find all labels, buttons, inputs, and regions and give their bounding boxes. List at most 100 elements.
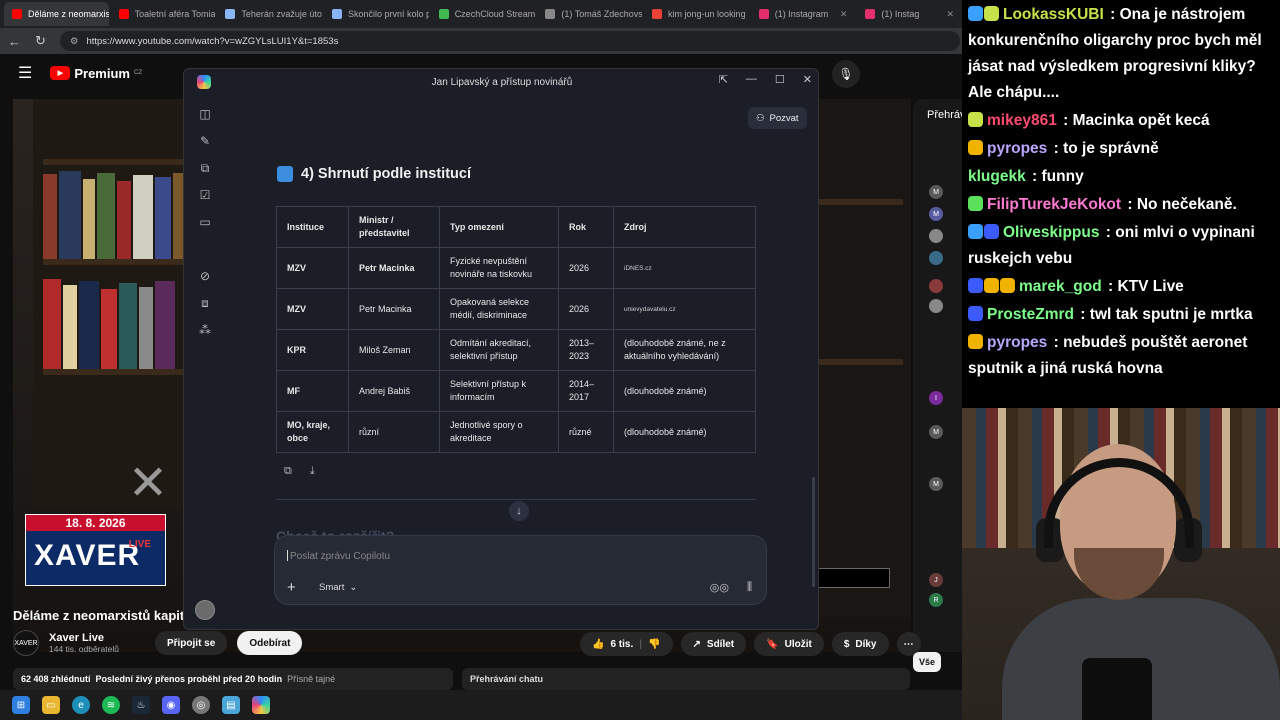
badge-icon — [968, 6, 983, 21]
spotify-icon[interactable]: ≋ — [102, 696, 120, 714]
table-cell: (dlouhodobě známé) — [613, 411, 756, 453]
chat-separator: : — [1049, 334, 1064, 351]
reload-icon[interactable]: ↻ — [35, 33, 46, 49]
tab-title: Teherán zvažuje útok — [241, 9, 323, 19]
filter-all-chip[interactable]: Vše — [913, 652, 941, 672]
browser-tab[interactable]: Skončilo první kolo p✕ — [324, 2, 429, 26]
source-link[interactable]: iDNES.cz — [613, 247, 756, 289]
thumbs-down-icon[interactable]: 👎 — [648, 639, 660, 650]
folder-icon[interactable]: ▭ — [196, 213, 214, 231]
invite-button[interactable]: ⚇ Pozvat — [748, 107, 807, 129]
scroll-down-icon[interactable]: ↓ — [509, 501, 529, 521]
youtube-logo[interactable]: ▶ Premium CZ — [50, 66, 142, 81]
menu-icon[interactable]: ☰ — [18, 63, 32, 83]
popout-icon[interactable]: ⇱ — [719, 73, 728, 86]
browser-tab[interactable]: (1) Tomáš Zdechovsk✕ — [537, 2, 642, 26]
browser-tab[interactable]: CzechCloud Stream✕ — [431, 2, 536, 26]
screen: Děláme z neomarxistů✕Toaletní aféra Tomi… — [0, 0, 1280, 720]
browser-tab[interactable]: (1) Instag ✕ — [857, 2, 962, 26]
notepad-icon[interactable]: ▤ — [222, 696, 240, 714]
chat-text: Macinka opět kecá — [1072, 112, 1210, 129]
steam-icon[interactable]: ♨ — [132, 696, 150, 714]
chat-badges — [968, 112, 983, 127]
file-explorer-icon[interactable]: ▭ — [42, 696, 60, 714]
column-header: Instituce — [276, 206, 349, 248]
video-description-bar[interactable]: 62 408 zhlédnutí Poslední živý přenos pr… — [13, 668, 453, 690]
apps-icon[interactable]: ⁂ — [196, 321, 214, 339]
maximize-icon[interactable]: ☐ — [775, 73, 785, 86]
new-chat-icon[interactable]: ✎ — [196, 132, 214, 150]
discord-icon[interactable]: ◉ — [162, 696, 180, 714]
chat-avatar — [929, 229, 943, 243]
browser-tab[interactable]: Toaletní aféra Tomia✕ — [111, 2, 215, 26]
xaver-live-banner: 18. 8. 2026 XAVER LIVE — [25, 514, 166, 586]
image-create-icon[interactable]: ⧈ — [196, 294, 214, 312]
thanks-button[interactable]: $ Díky — [831, 632, 889, 656]
chat-avatar: I — [929, 391, 943, 405]
chat-username: mikey861 — [987, 112, 1057, 129]
source-link[interactable]: unievydavatelu.cz — [613, 288, 756, 330]
copilot-message-input[interactable]: Poslat zprávu Copilotu + Smart ⌄ ◎◎ ⫼ — [274, 535, 767, 605]
badge-icon — [968, 334, 983, 349]
channel-avatar[interactable]: XAVER — [13, 630, 39, 656]
user-avatar[interactable] — [195, 600, 215, 620]
copilot-logo-icon — [197, 75, 211, 89]
chat-avatar — [929, 299, 943, 313]
close-icon[interactable]: ✕ — [803, 73, 812, 86]
video-actions: 👍 6 tis. | 👎 ↗ Sdílet 🔖 Uložit $ Díky ⋯ — [580, 632, 921, 656]
browser-tab[interactable]: (1) Instagram ✕ — [751, 2, 856, 26]
chat-avatar: M — [929, 185, 943, 199]
browser-tab[interactable]: Teherán zvažuje útok✕ — [217, 2, 322, 26]
browser-tab[interactable]: kim jong-un looking✕ — [644, 2, 749, 26]
copy-icon[interactable]: ⧉ — [284, 465, 292, 478]
history-icon[interactable]: ⊘ — [196, 267, 214, 285]
column-header: Zdroj — [613, 206, 756, 248]
like-button[interactable]: 👍 6 tis. | 👎 — [580, 632, 673, 656]
copilot-taskbar-icon[interactable] — [252, 696, 270, 714]
windows-start-icon[interactable]: ⊞ — [12, 696, 30, 714]
plus-icon[interactable]: + — [287, 579, 296, 596]
vision-icon[interactable]: ◎◎ — [710, 581, 729, 594]
thanks-icon: $ — [843, 638, 850, 650]
sidebar-toggle-icon[interactable]: ◫ — [196, 105, 214, 123]
table-cell: Petr Macinka — [348, 247, 440, 289]
share-icon: ↗ — [692, 638, 701, 650]
webcam-feed — [962, 408, 1280, 720]
join-button[interactable]: Připojit se — [154, 631, 228, 655]
tasks-icon[interactable]: ☑ — [196, 186, 214, 204]
voice-icon[interactable]: ⫼ — [747, 581, 752, 594]
subscribe-button[interactable]: Odebírat — [237, 631, 303, 655]
url-field[interactable]: ⚙ https://www.youtube.com/watch?v=wZGYLs… — [59, 31, 960, 51]
minimize-icon[interactable]: — — [746, 73, 757, 86]
tab-title: (1) Instag — [881, 9, 920, 19]
microphone-icon[interactable]: 🎙 — [832, 60, 860, 88]
download-icon[interactable]: ⤓ — [310, 465, 315, 478]
back-icon[interactable]: ← — [8, 34, 21, 49]
badge-icon — [984, 278, 999, 293]
chat-message: ProsteZmrd : twl tak sputni je mrtka — [968, 302, 1274, 328]
browser-tab[interactable]: Děláme z neomarxistů✕ — [4, 2, 109, 26]
chat-message: klugekk : funny — [968, 164, 1274, 190]
channel-name[interactable]: Xaver Live — [49, 632, 119, 644]
mode-selector[interactable]: Smart ⌄ — [319, 582, 357, 593]
video-overlay-bar — [818, 568, 890, 588]
table-cell: Jednotlivé spory o akreditace — [439, 411, 559, 453]
save-button[interactable]: 🔖 Uložit — [754, 632, 824, 656]
chat-avatar: M — [929, 207, 943, 221]
premium-label: Premium — [74, 65, 130, 81]
table-cell: Miloš Zeman — [348, 329, 440, 371]
chat-replay-bar[interactable]: Přehrávání chatu — [462, 668, 910, 690]
chat-username: klugekk — [968, 168, 1026, 185]
scrollbar[interactable] — [812, 477, 815, 587]
chat-avatar: M — [929, 425, 943, 439]
table-cell: 2026 — [558, 288, 614, 330]
library-icon[interactable]: ⧉ — [196, 159, 214, 177]
share-button[interactable]: ↗ Sdílet — [680, 632, 747, 656]
chat-separator: : — [1058, 112, 1073, 129]
edge-icon[interactable]: e — [72, 696, 90, 714]
site-info-icon[interactable]: ⚙ — [70, 36, 79, 47]
chrome-icon[interactable]: ◎ — [192, 696, 210, 714]
tab-close-icon[interactable]: ✕ — [947, 9, 955, 20]
input-placeholder: Poslat zprávu Copilotu — [287, 550, 390, 562]
tab-close-icon[interactable]: ✕ — [840, 9, 848, 20]
